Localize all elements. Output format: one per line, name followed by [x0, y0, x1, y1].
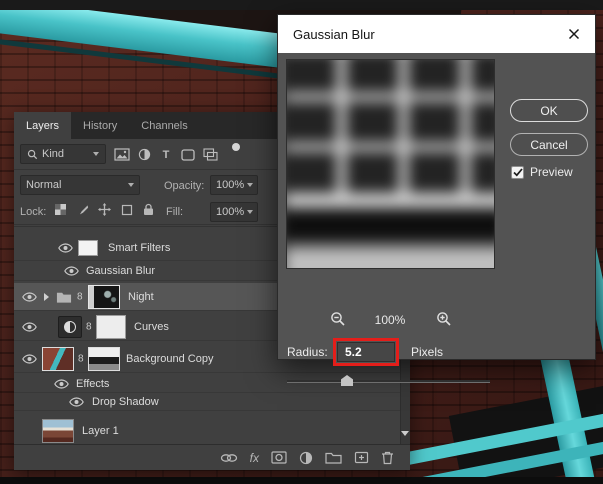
tab-layers[interactable]: Layers — [14, 112, 72, 139]
tab-channels[interactable]: Channels — [129, 112, 199, 139]
lock-position-icon[interactable] — [98, 203, 111, 216]
preview-checkbox[interactable]: Preview — [511, 165, 573, 179]
filter-pixel-layers-icon[interactable] — [112, 146, 132, 163]
lock-label: Lock: — [20, 206, 47, 218]
checkbox-checked-icon[interactable] — [511, 165, 524, 179]
opacity-value: 100% — [216, 179, 245, 191]
layer-name: Curves — [134, 320, 169, 333]
group-expand-icon[interactable] — [44, 292, 49, 301]
zoom-level: 100% — [374, 313, 406, 327]
slider-track[interactable] — [287, 380, 490, 383]
delete-layer-trash-icon[interactable] — [381, 451, 394, 465]
slider-thumb[interactable] — [341, 375, 353, 386]
layer-name: Drop Shadow — [92, 395, 159, 408]
layer-name: Layer 1 — [82, 424, 119, 437]
layer-name: Gaussian Blur — [86, 264, 156, 277]
layer-name: Night — [128, 290, 154, 303]
filter-toggle-icon[interactable] — [232, 143, 240, 151]
lock-pixels-brush-icon[interactable] — [76, 203, 89, 216]
visibility-eye-icon[interactable] — [22, 353, 37, 364]
dialog-title: Gaussian Blur — [293, 26, 375, 42]
chevron-down-icon — [247, 183, 254, 187]
curves-mask-thumbnail[interactable] — [96, 314, 126, 339]
fill-value: 100% — [216, 206, 245, 218]
app-top-bar — [0, 0, 603, 10]
layer-name: Smart Filters — [108, 241, 171, 254]
smart-filters-thumbnail[interactable] — [78, 239, 98, 256]
filter-kind-select[interactable]: Kind — [20, 144, 106, 164]
preview-label: Preview — [530, 165, 573, 179]
layer-1-thumbnail[interactable] — [42, 418, 74, 443]
chevron-down-icon — [247, 210, 254, 214]
add-layer-mask-icon[interactable] — [271, 451, 287, 464]
filter-type-layers-icon[interactable]: T — [156, 146, 176, 163]
radius-annotation-highlight — [333, 338, 399, 366]
layer-row-layer-1[interactable]: Layer 1 — [14, 417, 400, 445]
lock-artboard-icon[interactable] — [120, 203, 133, 216]
radius-input[interactable] — [337, 342, 395, 362]
lock-transparency-icon[interactable] — [54, 203, 67, 216]
dialog-title-bar[interactable]: Gaussian Blur — [278, 15, 595, 53]
gaussian-blur-dialog: Gaussian Blur OK Cancel Preview 100% Rad… — [277, 14, 596, 386]
fill-select[interactable]: 100% — [210, 202, 258, 222]
chevron-down-icon — [128, 183, 134, 187]
visibility-eye-icon[interactable] — [64, 265, 79, 276]
filter-smart-objects-icon[interactable] — [200, 146, 220, 163]
cancel-button[interactable]: Cancel — [510, 133, 588, 156]
blend-mode-select[interactable]: Normal — [20, 175, 140, 195]
layer-name: Effects — [76, 377, 110, 390]
radius-slider[interactable] — [287, 373, 490, 389]
visibility-eye-icon[interactable] — [22, 321, 37, 332]
filter-shape-layers-icon[interactable] — [178, 146, 198, 163]
new-group-folder-icon[interactable] — [325, 451, 342, 464]
app-bottom-bar — [0, 477, 603, 484]
zoom-controls: 100% — [278, 311, 495, 329]
radius-row: Radius: Pixels — [278, 337, 595, 367]
chevron-down-icon — [93, 152, 99, 156]
visibility-eye-icon[interactable] — [54, 378, 69, 389]
opacity-label: Opacity: — [164, 180, 205, 192]
curves-adjustment-icon[interactable] — [58, 315, 82, 338]
zoom-out-icon[interactable] — [330, 311, 346, 327]
mask-link-icon[interactable]: 8 — [77, 291, 83, 302]
opacity-select[interactable]: 100% — [210, 175, 258, 195]
visibility-eye-icon[interactable] — [69, 396, 84, 407]
scroll-down-icon[interactable] — [401, 431, 409, 436]
mask-link-icon[interactable]: 8 — [86, 321, 92, 332]
close-icon[interactable] — [568, 28, 580, 40]
photoshop-window: Layers History Channels Kind T Normal Op… — [0, 0, 603, 484]
background-copy-thumbnail[interactable] — [42, 346, 74, 371]
new-adjustment-layer-icon[interactable] — [299, 451, 313, 465]
filter-adjustment-layers-icon[interactable] — [134, 146, 154, 163]
panel-bottom-toolbar: fx — [14, 444, 410, 470]
blend-mode-value: Normal — [26, 179, 62, 191]
fill-label: Fill: — [166, 206, 184, 218]
radius-unit: Pixels — [411, 345, 444, 359]
visibility-eye-icon[interactable] — [58, 242, 73, 253]
new-layer-icon[interactable] — [354, 451, 369, 464]
blur-preview-image — [287, 60, 494, 268]
visibility-eye-icon[interactable] — [22, 291, 37, 302]
tab-history[interactable]: History — [71, 112, 129, 139]
layer-name: Background Copy — [126, 352, 214, 365]
link-layers-icon[interactable] — [220, 453, 238, 463]
group-folder-icon — [56, 290, 72, 303]
search-icon — [27, 149, 38, 160]
zoom-in-icon[interactable] — [436, 311, 452, 327]
background-copy-mask-thumbnail[interactable] — [88, 346, 120, 371]
dialog-body: OK Cancel Preview 100% Radius: 5.2 Pixel… — [278, 53, 595, 386]
ok-button[interactable]: OK — [510, 99, 588, 122]
blur-preview[interactable] — [286, 59, 495, 269]
mask-link-icon[interactable]: 8 — [78, 353, 84, 364]
lock-icons-group — [54, 203, 155, 216]
radius-label: Radius: — [287, 345, 328, 359]
night-thumbnail[interactable] — [88, 284, 120, 309]
layer-row-drop-shadow[interactable]: Drop Shadow — [14, 393, 400, 411]
filter-kind-label: Kind — [42, 148, 65, 160]
lock-all-icon[interactable] — [142, 203, 155, 216]
